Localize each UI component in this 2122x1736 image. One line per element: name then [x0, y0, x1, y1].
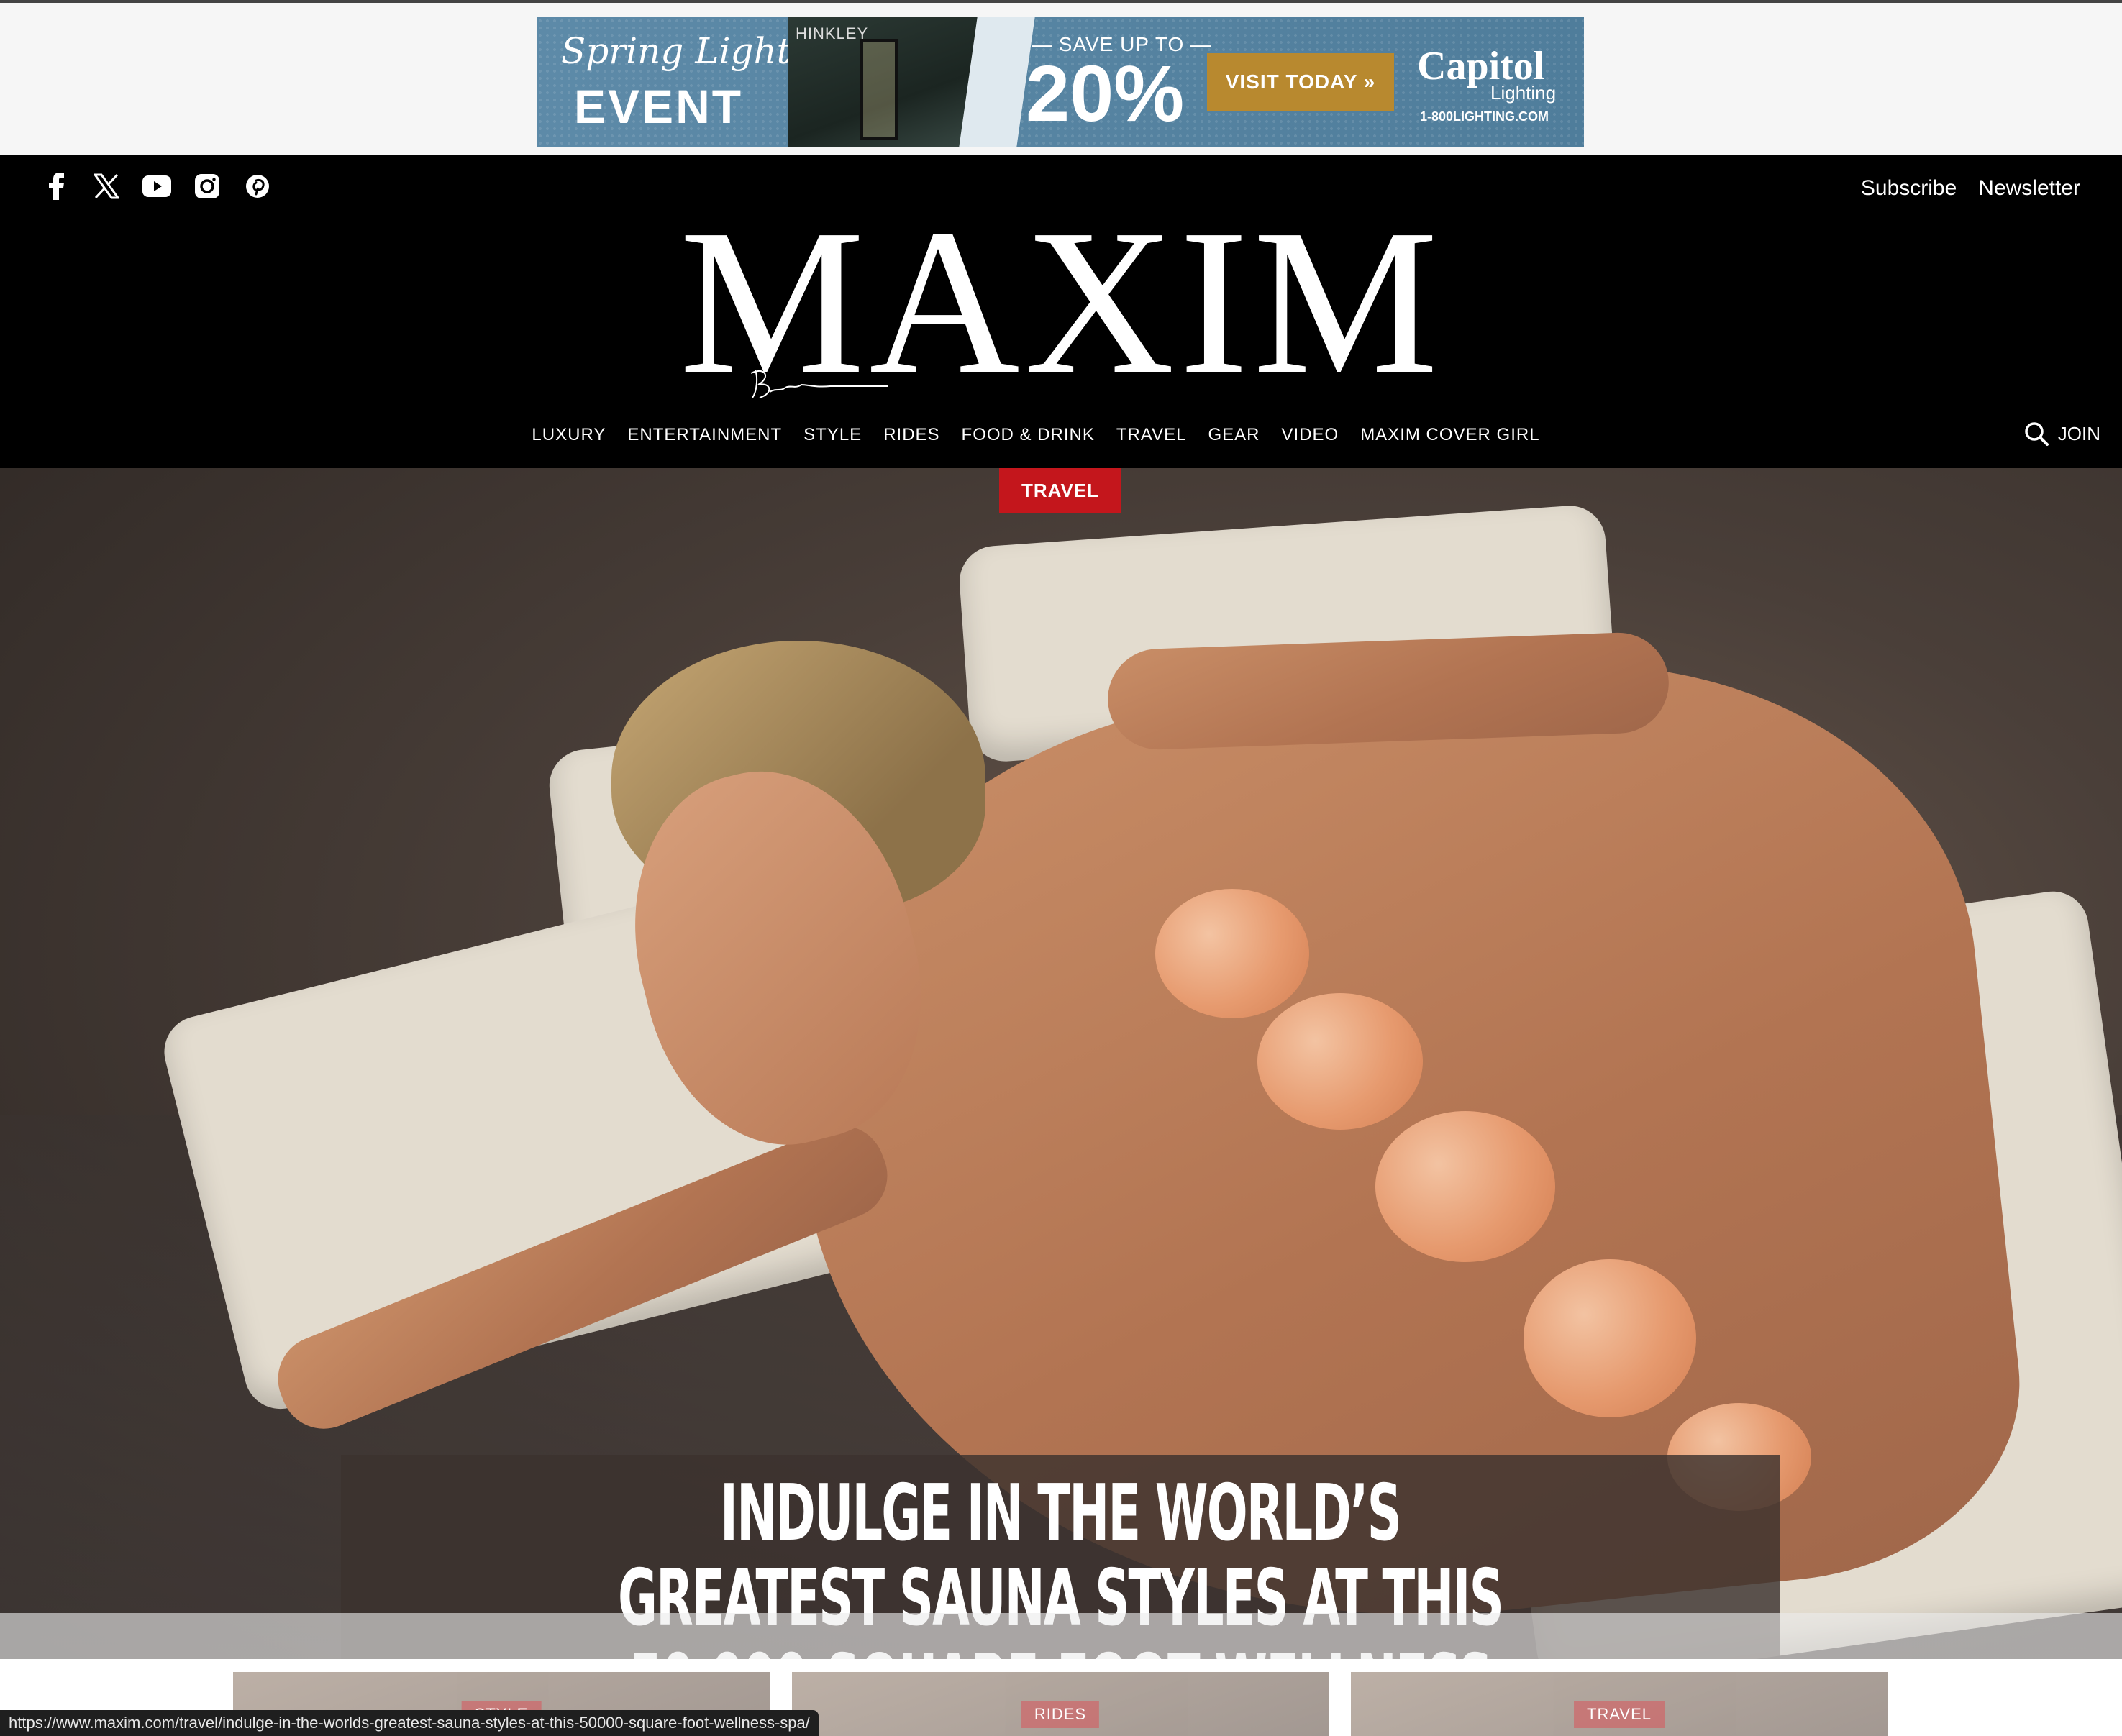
teaser-card[interactable]: RIDES [792, 1672, 1329, 1736]
subscribe-link[interactable]: Subscribe [1861, 176, 1957, 201]
facebook-icon[interactable] [42, 172, 70, 201]
nav-item-food-drink[interactable]: FOOD & DRINK [962, 425, 1095, 468]
lantern-image [860, 39, 898, 140]
bugatti-signature-logo [750, 370, 888, 398]
main-nav: LUXURY ENTERTAINMENT STYLE RIDES FOOD & … [0, 425, 2122, 468]
nav-item-gear[interactable]: GEAR [1208, 425, 1260, 468]
hero-stone [1375, 1111, 1555, 1262]
nav-item-video[interactable]: VIDEO [1282, 425, 1339, 468]
ad-advertiser-sub: Lighting [1490, 82, 1557, 104]
hero-stone [1524, 1259, 1696, 1417]
social-links [42, 172, 272, 201]
header-links: Subscribe Newsletter [1861, 176, 2080, 201]
youtube-icon[interactable] [142, 172, 171, 201]
hero-stone [1155, 889, 1309, 1018]
nav-item-entertainment[interactable]: ENTERTAINMENT [627, 425, 782, 468]
nav-actions: JOIN [2023, 421, 2100, 447]
ad-percent: 20% [1026, 50, 1185, 138]
pinterest-icon[interactable] [243, 172, 272, 201]
site-header: Subscribe Newsletter MAXIM LUXURY ENTERT… [0, 155, 2122, 468]
category-badge[interactable]: TRAVEL [999, 468, 1121, 513]
join-link[interactable]: JOIN [2058, 423, 2100, 445]
x-icon[interactable] [92, 172, 121, 201]
hero-arm [1106, 631, 1671, 751]
teaser-category: TRAVEL [1574, 1701, 1665, 1728]
nav-item-maxim-cover-girl[interactable]: MAXIM COVER GIRL [1360, 425, 1539, 468]
status-bar-url: https://www.maxim.com/travel/indulge-in-… [0, 1710, 819, 1736]
teaser-card[interactable]: TRAVEL [1351, 1672, 1888, 1736]
nav-item-luxury[interactable]: LUXURY [532, 425, 606, 468]
ad-visit-button[interactable]: VISIT TODAY » [1207, 53, 1394, 111]
instagram-icon[interactable] [193, 172, 222, 201]
nav-item-rides[interactable]: RIDES [883, 425, 939, 468]
site-logo[interactable]: MAXIM [0, 198, 2122, 406]
nav-item-travel[interactable]: TRAVEL [1116, 425, 1187, 468]
ad-brand-label: HINKLEY [796, 24, 869, 42]
newsletter-link[interactable]: Newsletter [1978, 176, 2080, 201]
search-icon[interactable] [2023, 421, 2049, 447]
ad-headline-event: EVENT [574, 80, 744, 133]
ad-phone: 1-800LIGHTING.COM [1420, 109, 1549, 124]
ad-banner[interactable]: Spring Lighting EVENT HINKLEY — SAVE UP … [537, 17, 1584, 147]
ad-strip: Spring Lighting EVENT HINKLEY — SAVE UP … [0, 0, 2122, 155]
nav-item-style[interactable]: STYLE [803, 425, 862, 468]
teaser-category: RIDES [1021, 1701, 1100, 1728]
hero-stone [1257, 993, 1423, 1130]
headline-fade [0, 1613, 2122, 1659]
